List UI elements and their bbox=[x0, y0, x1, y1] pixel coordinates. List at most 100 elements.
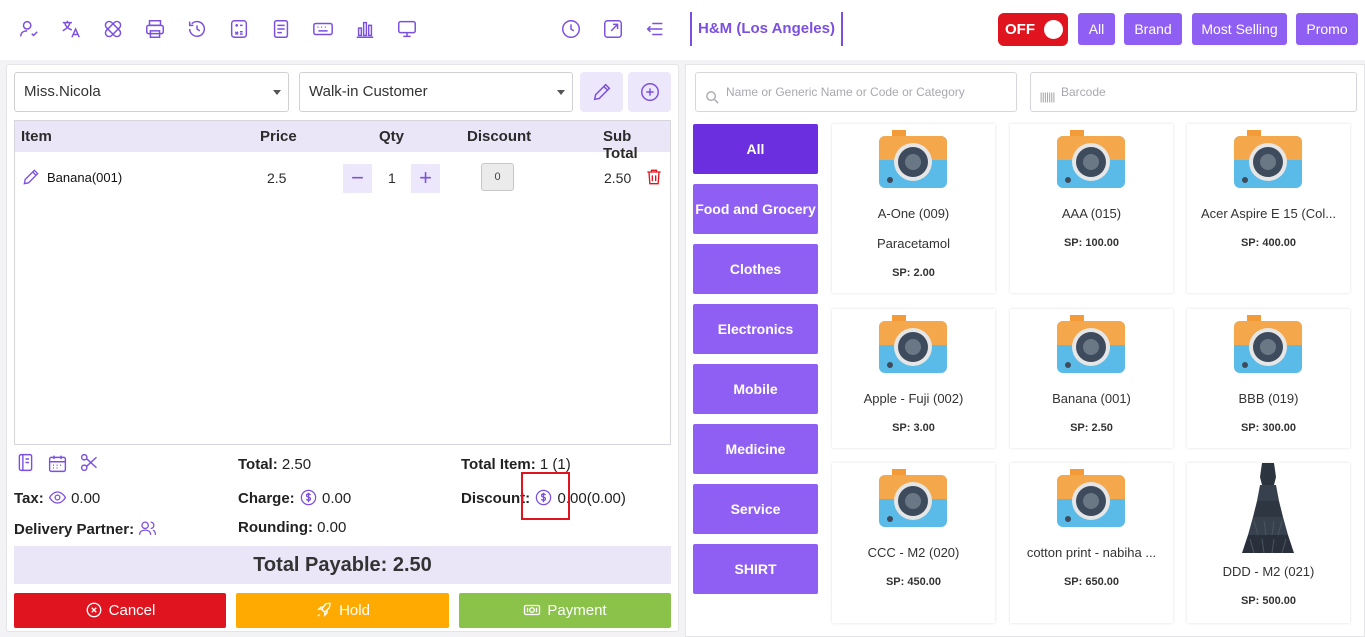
category-mobile[interactable]: Mobile bbox=[693, 364, 818, 414]
toggle-knob bbox=[1044, 20, 1063, 39]
rounding-summary: Rounding: 0.00 bbox=[238, 519, 346, 536]
filter-all-button[interactable]: All bbox=[1078, 13, 1115, 45]
pencil-icon[interactable] bbox=[21, 167, 41, 187]
camera-icon bbox=[1057, 469, 1125, 527]
printer-icon[interactable] bbox=[142, 16, 168, 42]
product-card[interactable]: AAA (015) SP: 100.00 bbox=[1010, 124, 1173, 293]
customer-select[interactable]: Walk-in Customer bbox=[299, 72, 573, 112]
category-clothes[interactable]: Clothes bbox=[693, 244, 818, 294]
product-card[interactable]: DDD - M2 (021) SP: 500.00 bbox=[1187, 463, 1350, 623]
history-icon[interactable] bbox=[184, 16, 210, 42]
dress-photo bbox=[1242, 463, 1294, 553]
product-name: Apple - Fuji (002) bbox=[863, 391, 964, 406]
charge-label: Charge: bbox=[238, 490, 295, 507]
qty-increase-button[interactable]: + bbox=[411, 164, 440, 193]
chart-bar-icon[interactable] bbox=[352, 16, 378, 42]
hold-label: Hold bbox=[339, 602, 370, 619]
category-medicine[interactable]: Medicine bbox=[693, 424, 818, 474]
item-qty: 1 bbox=[388, 170, 396, 186]
top-bar: H&M (Los Angeles) OFF All Brand Most Sel… bbox=[0, 0, 1365, 60]
cart-header: Item Price Qty Discount Sub Total bbox=[15, 121, 670, 162]
calculator-icon[interactable] bbox=[226, 16, 252, 42]
search-placeholder: Name or Generic Name or Code or Category bbox=[726, 85, 965, 99]
product-card[interactable]: Acer Aspire E 15 (Col... SP: 400.00 bbox=[1187, 124, 1350, 293]
category-all[interactable]: All bbox=[693, 124, 818, 174]
pencil-icon bbox=[591, 81, 613, 103]
edit-customer-button[interactable] bbox=[580, 72, 623, 112]
add-customer-button[interactable] bbox=[628, 72, 671, 112]
item-price: 2.5 bbox=[267, 170, 287, 186]
document-icon[interactable] bbox=[268, 16, 294, 42]
fullscreen-icon[interactable] bbox=[600, 16, 626, 42]
scissors-icon[interactable] bbox=[79, 452, 100, 473]
tax-label: Tax: bbox=[14, 490, 44, 507]
cancel-button[interactable]: Cancel bbox=[14, 593, 226, 628]
dollar-circle-icon[interactable] bbox=[299, 488, 318, 507]
rocket-icon bbox=[315, 597, 333, 617]
product-name: DDD - M2 (021) bbox=[1222, 564, 1315, 579]
users-icon[interactable] bbox=[138, 519, 157, 538]
bandage-icon[interactable] bbox=[100, 16, 126, 42]
filter-most-selling-button[interactable]: Most Selling bbox=[1192, 13, 1287, 45]
product-name: CCC - M2 (020) bbox=[867, 545, 960, 560]
payment-button[interactable]: Payment bbox=[459, 593, 671, 628]
total-label: Total: bbox=[238, 456, 278, 473]
total-item-label: Total Item: bbox=[461, 456, 536, 473]
total-value: 2.50 bbox=[281, 456, 312, 473]
keyboard-icon[interactable] bbox=[310, 16, 336, 42]
highlight-box bbox=[521, 472, 570, 520]
waiter-value: Miss.Nicola bbox=[24, 83, 101, 100]
product-name: Banana (001) bbox=[1052, 391, 1131, 406]
camera-icon bbox=[879, 130, 947, 188]
product-card[interactable]: cotton print - nabiha ... SP: 650.00 bbox=[1010, 463, 1173, 623]
eye-icon[interactable] bbox=[48, 488, 67, 507]
product-card[interactable]: CCC - M2 (020) SP: 450.00 bbox=[832, 463, 995, 623]
tax-summary: Tax: 0.00 bbox=[14, 488, 100, 507]
toggle-label: OFF bbox=[1005, 21, 1035, 38]
rounding-label: Rounding: bbox=[238, 519, 313, 536]
waiter-select[interactable]: Miss.Nicola bbox=[14, 72, 289, 112]
qty-decrease-button[interactable]: − bbox=[343, 164, 372, 193]
category-food-and-grocery[interactable]: Food and Grocery bbox=[693, 184, 818, 234]
item-subtotal: 2.50 bbox=[604, 170, 632, 186]
translate-icon[interactable] bbox=[58, 16, 84, 42]
delivery-summary: Delivery Partner: bbox=[14, 519, 157, 538]
chevron-down-icon bbox=[557, 90, 565, 95]
product-card[interactable]: Banana (001) SP: 2.50 bbox=[1010, 309, 1173, 448]
product-generic: Paracetamol bbox=[877, 236, 950, 251]
category-electronics[interactable]: Electronics bbox=[693, 304, 818, 354]
filter-brand-button[interactable]: Brand bbox=[1124, 13, 1182, 45]
product-card[interactable]: Apple - Fuji (002) SP: 3.00 bbox=[832, 309, 995, 448]
product-price: SP: 500.00 bbox=[1240, 595, 1297, 607]
product-price: SP: 3.00 bbox=[892, 422, 935, 434]
product-card[interactable]: BBB (019) SP: 300.00 bbox=[1187, 309, 1350, 448]
user-icon[interactable] bbox=[16, 16, 42, 42]
collapse-menu-icon[interactable] bbox=[642, 16, 668, 42]
barcode-input[interactable]: Barcode bbox=[1030, 72, 1357, 112]
product-price: SP: 2.00 bbox=[892, 267, 935, 279]
camera-icon bbox=[1057, 315, 1125, 373]
online-toggle[interactable]: OFF bbox=[998, 13, 1068, 46]
monitor-icon[interactable] bbox=[394, 16, 420, 42]
product-name: AAA (015) bbox=[1061, 206, 1122, 221]
hold-button[interactable]: Hold bbox=[236, 593, 449, 628]
product-price: SP: 2.50 bbox=[1070, 422, 1113, 434]
product-card[interactable]: A-One (009) Paracetamol SP: 2.00 bbox=[832, 124, 995, 293]
rounding-value: 0.00 bbox=[317, 519, 347, 536]
clock-icon[interactable] bbox=[558, 16, 584, 42]
calendar-icon[interactable] bbox=[47, 453, 68, 474]
filter-promo-button[interactable]: Promo bbox=[1296, 13, 1358, 45]
product-price: SP: 450.00 bbox=[885, 576, 942, 588]
item-name: Banana(001) bbox=[47, 170, 123, 185]
customer-value: Walk-in Customer bbox=[309, 83, 428, 100]
notes-icon[interactable] bbox=[15, 452, 36, 473]
tax-value: 0.00 bbox=[71, 490, 101, 507]
camera-icon bbox=[879, 315, 947, 373]
total-summary: Total: 2.50 bbox=[238, 456, 311, 473]
trash-icon[interactable] bbox=[644, 167, 664, 187]
category-service[interactable]: Service bbox=[693, 484, 818, 534]
category-shirt[interactable]: SHIRT bbox=[693, 544, 818, 594]
item-discount-input[interactable]: 0 bbox=[481, 163, 514, 191]
search-input[interactable]: Name or Generic Name or Code or Category bbox=[695, 72, 1017, 112]
charge-summary: Charge: 0.00 bbox=[238, 488, 351, 507]
